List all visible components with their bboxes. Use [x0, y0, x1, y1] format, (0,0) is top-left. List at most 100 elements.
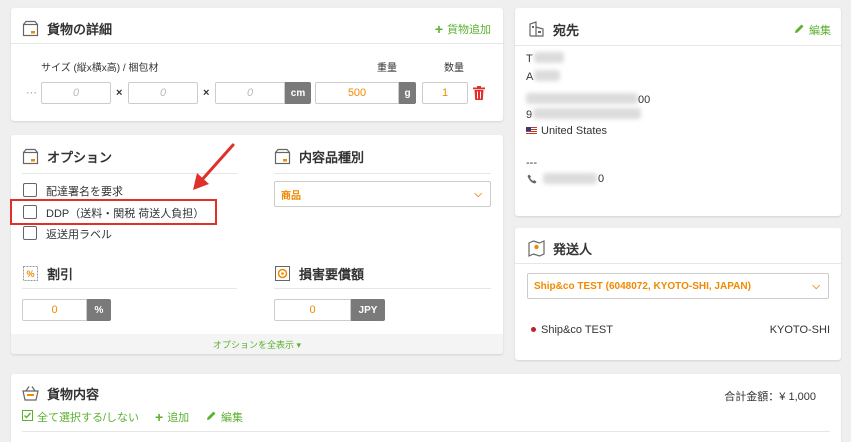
- annotation-highlight-box: [10, 199, 217, 225]
- divider: [515, 263, 841, 264]
- destination-dashes: ---: [526, 157, 537, 169]
- insurance-input[interactable]: 0: [274, 299, 351, 321]
- divider: [22, 431, 830, 432]
- sender-title: 発送人: [553, 242, 593, 257]
- trash-icon[interactable]: [473, 86, 485, 103]
- cargo-details-header: 貨物の詳細: [22, 19, 112, 38]
- jpy-unit: JPY: [351, 299, 385, 321]
- redacted-text: [543, 173, 597, 184]
- select-all-link[interactable]: 全て選択する/しない: [22, 409, 139, 425]
- sender-dot: [531, 327, 536, 332]
- edit-items-label: 編集: [221, 412, 243, 424]
- discount-header: % 割引: [22, 264, 73, 283]
- sender-header: 発送人: [528, 239, 592, 258]
- destination-card: 宛先 編集 T A 00 9 United States --- 0: [515, 8, 841, 216]
- gram-unit: g: [399, 82, 416, 104]
- destination-name: T: [526, 53, 533, 65]
- insurance-title: 損害要償額: [299, 267, 365, 282]
- map-icon: [528, 240, 545, 257]
- times-sign: ×: [203, 87, 210, 99]
- cm-unit: cm: [285, 82, 311, 104]
- basket-icon: [22, 385, 39, 402]
- annotation-arrow: [193, 143, 235, 190]
- cargo-details-card: 貨物の詳細 + 貨物追加 サイズ (縦x横x高) / 梱包材 重量 数量 ⋯ 0…: [11, 8, 503, 121]
- sender-select-value: Ship&co TEST (6048072, KYOTO-SHI, JAPAN): [534, 280, 751, 292]
- quantity-label: 数量: [444, 63, 464, 74]
- percent-unit: %: [87, 299, 111, 321]
- divider: [274, 288, 491, 289]
- total-amount: 合計金額：¥ 1,000: [724, 391, 816, 403]
- plus-icon: +: [155, 408, 164, 425]
- discount-input[interactable]: 0: [22, 299, 87, 321]
- redacted-text: [534, 70, 560, 81]
- options-header: オプション: [22, 147, 112, 166]
- options-card: オプション 内容品種別 商品 ⌵ 配達署名を要求 DDP（送料・関税 荷送人負担…: [11, 135, 503, 354]
- pencil-icon: [794, 23, 805, 37]
- height-input[interactable]: 0: [215, 82, 285, 104]
- signature-label[interactable]: 配達署名を要求: [46, 183, 123, 199]
- chevron-down-icon: ⌵: [812, 281, 820, 292]
- return-label-label[interactable]: 返送用ラベル: [46, 226, 112, 242]
- discount-title: 割引: [47, 267, 74, 282]
- size-label: サイズ (縦x横x高) / 梱包材: [41, 63, 159, 74]
- percent-icon: %: [22, 265, 39, 282]
- weight-label: 重量: [377, 63, 397, 74]
- edit-destination-link[interactable]: 編集: [794, 22, 831, 38]
- us-flag-icon: [526, 127, 537, 134]
- destination-address-1: 00: [638, 94, 651, 106]
- box-icon: [22, 148, 39, 165]
- pencil-icon: [206, 410, 217, 424]
- svg-text:%: %: [26, 269, 34, 279]
- content-type-header: 内容品種別: [274, 147, 364, 166]
- contents-card: 貨物内容 合計金額：¥ 1,000 全て選択する/しない + 追加 編集: [11, 374, 841, 442]
- signature-checkbox[interactable]: [23, 183, 37, 197]
- redacted-text: [526, 93, 638, 104]
- edit-items-link[interactable]: 編集: [206, 409, 243, 425]
- add-item-label: 追加: [167, 412, 190, 424]
- checkbox-icon: [22, 410, 33, 424]
- edit-destination-label: 編集: [809, 25, 831, 37]
- weight-input[interactable]: 500: [315, 82, 399, 104]
- sender-select[interactable]: Ship&co TEST (6048072, KYOTO-SHI, JAPAN)…: [527, 273, 829, 299]
- content-type-title: 内容品種別: [299, 150, 365, 165]
- divider: [515, 45, 841, 46]
- destination-icon: [528, 21, 545, 38]
- box-icon: [22, 20, 39, 37]
- select-all-label: 全て選択する/しない: [37, 412, 140, 424]
- contents-title: 貨物内容: [47, 387, 100, 402]
- plus-icon: +: [434, 20, 443, 37]
- chevron-down-icon: ⌵: [474, 189, 482, 200]
- drag-handle-icon[interactable]: ⋯: [26, 86, 37, 99]
- insurance-header: 損害要償額: [274, 264, 364, 283]
- destination-title: 宛先: [553, 23, 580, 38]
- destination-phone: 0: [598, 173, 605, 185]
- add-cargo-label: 貨物追加: [447, 24, 491, 36]
- destination-address-2: 9: [526, 109, 533, 121]
- sender-name: Ship&co TEST: [541, 324, 613, 336]
- return-label-checkbox[interactable]: [23, 226, 37, 240]
- contents-header: 貨物内容: [22, 384, 99, 403]
- redacted-text: [534, 52, 564, 63]
- show-all-options-link[interactable]: オプションを全表示 ▾: [213, 338, 301, 351]
- quantity-input[interactable]: 1: [422, 82, 468, 104]
- times-sign: ×: [116, 87, 123, 99]
- destination-company: A: [526, 71, 534, 83]
- show-all-options-bar[interactable]: オプションを全表示 ▾: [11, 334, 503, 354]
- length-input[interactable]: 0: [41, 82, 111, 104]
- divider: [22, 288, 237, 289]
- destination-header: 宛先: [528, 20, 579, 39]
- sender-card: 発送人 Ship&co TEST (6048072, KYOTO-SHI, JA…: [515, 228, 841, 360]
- add-item-link[interactable]: + 追加: [155, 409, 189, 425]
- width-input[interactable]: 0: [128, 82, 198, 104]
- add-cargo-link[interactable]: + 貨物追加: [435, 21, 491, 37]
- divider: [11, 43, 503, 44]
- cargo-details-title: 貨物の詳細: [47, 22, 113, 37]
- insurance-icon: [274, 265, 291, 282]
- options-title: オプション: [47, 150, 113, 165]
- redacted-text: [533, 108, 641, 119]
- box-icon: [274, 148, 291, 165]
- destination-country: United States: [541, 125, 608, 137]
- phone-icon: [527, 174, 537, 187]
- content-type-value: 商品: [281, 190, 301, 202]
- content-type-select[interactable]: 商品 ⌵: [274, 181, 491, 207]
